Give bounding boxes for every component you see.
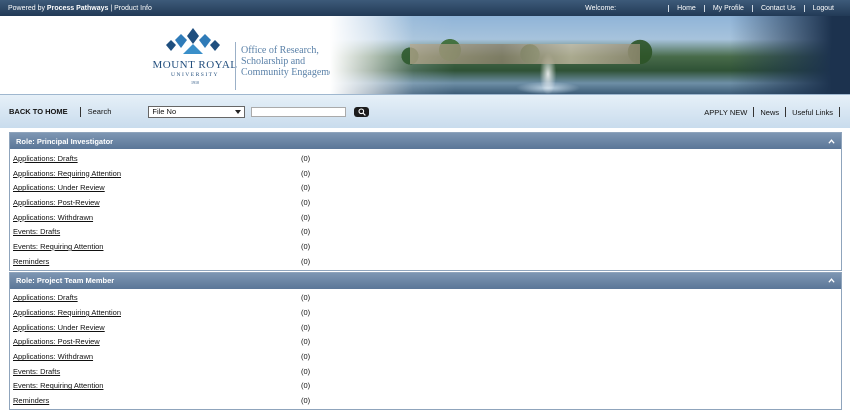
campus-photo-fade	[730, 16, 850, 94]
item-link[interactable]: Applications: Requiring Attention	[10, 308, 300, 317]
item-count: (0)	[301, 212, 311, 222]
chevron-up-icon[interactable]	[828, 138, 835, 145]
list-item: Reminders (0)	[10, 393, 841, 408]
list-item: Applications: Under Review (0)	[10, 320, 841, 335]
campus-photo	[330, 16, 850, 94]
list-item: Applications: Under Review (0)	[10, 180, 841, 195]
item-link[interactable]: Applications: Drafts	[10, 154, 300, 163]
item-count: (0)	[301, 168, 311, 178]
item-link[interactable]: Applications: Requiring Attention	[10, 169, 300, 178]
panel-title: Role: Project Team Member	[16, 276, 115, 285]
apply-new-link[interactable]: APPLY NEW	[698, 108, 753, 117]
list-item: Events: Drafts (0)	[10, 224, 841, 239]
list-item: Reminders (0)	[10, 254, 841, 269]
nav-contact-us-link[interactable]: Contact Us	[751, 4, 804, 12]
item-link[interactable]: Events: Drafts	[10, 367, 300, 376]
news-link[interactable]: News	[754, 108, 785, 117]
useful-links-link[interactable]: Useful Links	[786, 108, 839, 117]
item-count: (0)	[301, 183, 311, 193]
nav-logout-link[interactable]: Logout	[803, 4, 842, 12]
nav-home-link[interactable]: Home	[668, 4, 704, 12]
item-link[interactable]: Applications: Withdrawn	[10, 352, 300, 361]
item-count: (0)	[301, 153, 311, 163]
search-field-select-value: File No	[152, 107, 177, 116]
item-link[interactable]: Applications: Post-Review	[10, 198, 300, 207]
list-item: Applications: Drafts (0)	[10, 291, 841, 306]
university-name: MOUNT ROYAL	[152, 59, 238, 71]
magnifier-icon	[358, 107, 366, 116]
office-title: Office of Research, Scholarship and Comm…	[241, 45, 341, 78]
panel-header: Role: Project Team Member	[10, 272, 841, 289]
university-year: 1910	[191, 80, 199, 85]
caret-down-icon	[235, 109, 242, 114]
search-button[interactable]	[354, 106, 370, 117]
item-link[interactable]: Events: Drafts	[10, 227, 300, 236]
panel-item-list: Applications: Drafts (0) Applications: Re…	[10, 289, 841, 410]
university-logo: MOUNT ROYAL UNIVERSITY 1910	[150, 26, 240, 88]
search-label: Search	[87, 107, 112, 116]
item-count: (0)	[301, 293, 311, 303]
panel-item-list: Applications: Drafts (0) Applications: Re…	[10, 149, 841, 270]
list-item: Events: Requiring Attention (0)	[10, 379, 841, 394]
office-title-line-3: Community Engagement	[241, 67, 342, 78]
list-item: Events: Drafts (0)	[10, 364, 841, 379]
chevron-up-icon[interactable]	[828, 277, 835, 284]
item-count: (0)	[301, 308, 311, 318]
list-item: Applications: Requiring Attention (0)	[10, 166, 841, 181]
header-banner: MOUNT ROYAL UNIVERSITY 1910 Office of Re…	[0, 16, 850, 94]
office-title-line-2: Scholarship and	[241, 56, 306, 67]
office-title-line-1: Office of Research,	[241, 45, 319, 56]
item-link[interactable]: Reminders	[10, 396, 300, 405]
search-field-select[interactable]: File No	[148, 105, 246, 118]
university-sub: UNIVERSITY	[171, 72, 219, 78]
item-count: (0)	[301, 381, 311, 391]
powered-prefix: Powered by	[8, 4, 47, 12]
top-bar: Powered by Process Pathways | Product In…	[0, 0, 850, 16]
panel-project-team-member: Role: Project Team Member Applications: …	[9, 271, 842, 410]
item-count: (0)	[301, 366, 311, 376]
powered-by: Powered by Process Pathways | Product In…	[8, 5, 152, 12]
item-link[interactable]: Applications: Drafts	[10, 293, 300, 302]
item-count: (0)	[301, 227, 311, 237]
list-item: Applications: Post-Review (0)	[10, 195, 841, 210]
item-count: (0)	[301, 396, 311, 406]
powered-brand: Process Pathways	[46, 4, 109, 12]
campus-photo-building	[410, 44, 640, 64]
panel-header: Role: Principal Investigator	[10, 133, 841, 149]
item-link[interactable]: Reminders	[10, 257, 300, 266]
search-bar-right-links: APPLY NEW News Useful Links	[698, 95, 840, 129]
item-link[interactable]: Applications: Under Review	[10, 323, 300, 332]
university-logo-mark-icon	[166, 28, 220, 54]
product-info-link[interactable]: | Product Info	[108, 5, 152, 12]
link-separator	[839, 107, 840, 117]
item-link[interactable]: Events: Requiring Attention	[10, 242, 300, 251]
item-count: (0)	[301, 352, 311, 362]
welcome-text: Welcome:	[585, 4, 617, 12]
search-input[interactable]	[251, 106, 347, 117]
dashboard-content: Role: Principal Investigator Application…	[9, 132, 842, 410]
back-to-home-link[interactable]: BACK TO HOME	[9, 107, 68, 116]
list-item: Applications: Withdrawn (0)	[10, 349, 841, 364]
top-nav: Welcome: Home My Profile Contact Us Logo…	[585, 0, 842, 16]
item-link[interactable]: Events: Requiring Attention	[10, 381, 300, 390]
list-item: Applications: Requiring Attention (0)	[10, 305, 841, 320]
item-count: (0)	[301, 256, 311, 266]
list-item: Applications: Withdrawn (0)	[10, 210, 841, 225]
panel-title: Role: Principal Investigator	[16, 136, 114, 146]
search-bar: BACK TO HOME Search File No APPLY NEW Ne…	[0, 94, 850, 128]
item-link[interactable]: Applications: Under Review	[10, 183, 300, 192]
list-item: Applications: Drafts (0)	[10, 151, 841, 166]
banner-divider	[235, 42, 236, 90]
list-item: Applications: Post-Review (0)	[10, 335, 841, 350]
list-item: Events: Requiring Attention (0)	[10, 239, 841, 254]
item-count: (0)	[301, 337, 311, 347]
nav-my-profile-link[interactable]: My Profile	[703, 4, 752, 12]
item-count: (0)	[301, 241, 311, 251]
item-link[interactable]: Applications: Post-Review	[10, 337, 300, 346]
item-count: (0)	[301, 322, 311, 332]
search-separator	[79, 106, 81, 117]
item-count: (0)	[301, 197, 311, 207]
item-link[interactable]: Applications: Withdrawn	[10, 213, 300, 222]
panel-principal-investigator: Role: Principal Investigator Application…	[9, 132, 842, 271]
